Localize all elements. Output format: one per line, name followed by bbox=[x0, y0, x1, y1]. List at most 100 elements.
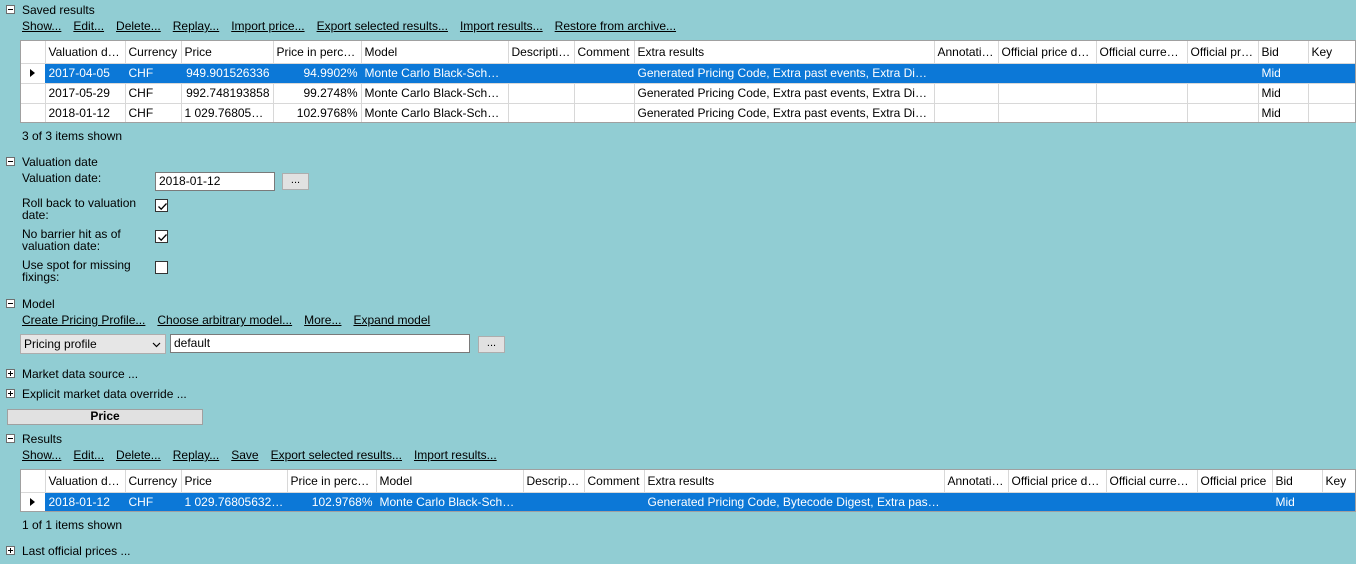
column-header-price[interactable]: Price bbox=[181, 470, 288, 493]
column-header-description[interactable]: Description bbox=[523, 470, 585, 493]
saved-restore-from-archive-link[interactable]: Restore from archive... bbox=[555, 19, 676, 33]
row-header[interactable] bbox=[21, 492, 46, 511]
cell-bid[interactable]: Mid bbox=[1258, 63, 1309, 84]
cell-official-price[interactable] bbox=[1187, 63, 1259, 84]
cell-price-in-percent[interactable]: 102.9768% bbox=[273, 103, 362, 122]
use-spot-checkbox[interactable] bbox=[155, 261, 168, 274]
column-header-currency[interactable]: Currency bbox=[125, 470, 182, 493]
cell-official-price-date[interactable] bbox=[1008, 492, 1107, 511]
table-row[interactable]: 2018-01-12 CHF 1 029.76805633 102.9768% Mont… bbox=[21, 103, 1355, 122]
cell-price[interactable]: 992.748193858 bbox=[181, 83, 274, 104]
expand-market-data-source-icon[interactable] bbox=[6, 369, 15, 378]
cell-valuation-date[interactable]: 2018-01-12 bbox=[45, 492, 126, 511]
cell-extra-results[interactable]: Generated Pricing Code, Extra past event… bbox=[634, 83, 935, 104]
results-save-link[interactable]: Save bbox=[231, 448, 258, 462]
cell-comment[interactable] bbox=[584, 492, 645, 511]
results-show-link[interactable]: Show... bbox=[22, 448, 61, 462]
collapse-saved-results-icon[interactable] bbox=[6, 5, 15, 14]
cell-annotation[interactable] bbox=[934, 63, 999, 84]
column-header-price-in-percent[interactable]: Price in percent bbox=[287, 470, 377, 493]
cell-key[interactable] bbox=[1308, 103, 1355, 122]
model-more-link[interactable]: More... bbox=[304, 313, 341, 327]
market-data-source-title[interactable]: Market data source ... bbox=[22, 367, 138, 381]
cell-valuation-date[interactable]: 2017-05-29 bbox=[45, 83, 126, 104]
column-header-official-price[interactable]: Official price bbox=[1187, 41, 1259, 64]
cell-price-in-percent[interactable]: 94.9902% bbox=[273, 63, 362, 84]
cell-price-in-percent[interactable]: 99.2748% bbox=[273, 83, 362, 104]
cell-price[interactable]: 1 029.76805633 bbox=[181, 103, 274, 122]
results-delete-link[interactable]: Delete... bbox=[116, 448, 161, 462]
cell-official-currency[interactable] bbox=[1096, 63, 1188, 84]
cell-valuation-date[interactable]: 2017-04-05 bbox=[45, 63, 126, 84]
cell-price[interactable]: 949.901526336 bbox=[181, 63, 274, 84]
column-header-model[interactable]: Model bbox=[361, 41, 509, 64]
row-header[interactable] bbox=[21, 63, 46, 84]
cell-official-currency[interactable] bbox=[1096, 103, 1188, 122]
cell-currency[interactable]: CHF bbox=[125, 63, 182, 84]
cell-description[interactable] bbox=[508, 103, 575, 122]
cell-currency[interactable]: CHF bbox=[125, 83, 182, 104]
column-header-extra-results[interactable]: Extra results bbox=[644, 470, 945, 493]
saved-import-price-link[interactable]: Import price... bbox=[231, 19, 304, 33]
cell-bid[interactable]: Mid bbox=[1258, 83, 1309, 104]
column-header-official-price-date[interactable]: Official price date bbox=[998, 41, 1097, 64]
cell-annotation[interactable] bbox=[934, 83, 999, 104]
cell-bid[interactable]: Mid bbox=[1258, 103, 1309, 122]
saved-show-link[interactable]: Show... bbox=[22, 19, 61, 33]
results-import-results-link[interactable]: Import results... bbox=[414, 448, 497, 462]
row-header[interactable] bbox=[21, 103, 46, 122]
column-header-annotation[interactable]: Annotation bbox=[934, 41, 999, 64]
cell-description[interactable] bbox=[508, 63, 575, 84]
model-expand-model-link[interactable]: Expand model bbox=[353, 313, 430, 327]
cell-key[interactable] bbox=[1308, 83, 1355, 104]
cell-extra-results[interactable]: Generated Pricing Code, Bytecode Digest,… bbox=[644, 492, 945, 511]
cell-annotation[interactable] bbox=[944, 492, 1009, 511]
column-header-comment[interactable]: Comment bbox=[574, 41, 635, 64]
column-header-valuation-date[interactable]: Valuation date bbox=[45, 470, 126, 493]
column-header-model[interactable]: Model bbox=[376, 470, 524, 493]
column-header-bid[interactable]: Bid bbox=[1258, 41, 1309, 64]
column-header-description[interactable]: Description bbox=[508, 41, 575, 64]
column-header-currency[interactable]: Currency bbox=[125, 41, 182, 64]
collapse-valuation-date-icon[interactable] bbox=[6, 157, 15, 166]
cell-official-price-date[interactable] bbox=[998, 83, 1097, 104]
cell-currency[interactable]: CHF bbox=[125, 492, 182, 511]
table-row[interactable]: 2017-05-29 CHF 992.748193858 99.2748% Monte … bbox=[21, 83, 1355, 104]
pricing-profile-browse-button[interactable]: ... bbox=[478, 336, 505, 353]
cell-description[interactable] bbox=[508, 83, 575, 104]
valuation-date-input[interactable]: 2018-01-12 bbox=[155, 172, 275, 191]
saved-results-grid[interactable]: Valuation date Currency Price Price in perc… bbox=[20, 40, 1356, 123]
column-header-key[interactable]: Key bbox=[1322, 470, 1355, 493]
last-official-prices-title[interactable]: Last official prices ... bbox=[22, 544, 131, 558]
saved-import-results-link[interactable]: Import results... bbox=[460, 19, 543, 33]
column-header-bid[interactable]: Bid bbox=[1272, 470, 1323, 493]
cell-extra-results[interactable]: Generated Pricing Code, Extra past event… bbox=[634, 63, 935, 84]
column-header-price[interactable]: Price bbox=[181, 41, 274, 64]
explicit-override-title[interactable]: Explicit market data override ... bbox=[22, 387, 187, 401]
expand-last-official-prices-icon[interactable] bbox=[6, 546, 15, 555]
expand-explicit-override-icon[interactable] bbox=[6, 389, 15, 398]
rollback-checkbox[interactable] bbox=[155, 199, 168, 212]
saved-export-selected-results-link[interactable]: Export selected results... bbox=[317, 19, 448, 33]
table-row[interactable]: 2018-01-12 CHF 1 029.7680563258 102.9768% Mo… bbox=[21, 492, 1355, 511]
cell-model[interactable]: Monte Carlo Black-Scholes bbox=[361, 83, 509, 104]
row-header[interactable] bbox=[21, 83, 46, 104]
column-header-key[interactable]: Key bbox=[1308, 41, 1355, 64]
cell-bid[interactable]: Mid bbox=[1272, 492, 1323, 511]
saved-delete-link[interactable]: Delete... bbox=[116, 19, 161, 33]
saved-replay-link[interactable]: Replay... bbox=[173, 19, 219, 33]
price-button[interactable]: Price bbox=[7, 409, 203, 425]
cell-comment[interactable] bbox=[574, 83, 635, 104]
results-export-selected-results-link[interactable]: Export selected results... bbox=[271, 448, 402, 462]
column-header-annotation[interactable]: Annotation bbox=[944, 470, 1009, 493]
cell-official-price-date[interactable] bbox=[998, 63, 1097, 84]
model-create-pricing-profile-link[interactable]: Create Pricing Profile... bbox=[22, 313, 145, 327]
cell-model[interactable]: Monte Carlo Black-Scholes bbox=[376, 492, 524, 511]
valuation-date-browse-button[interactable]: ... bbox=[282, 173, 309, 190]
cell-currency[interactable]: CHF bbox=[125, 103, 182, 122]
model-choose-arbitrary-model-link[interactable]: Choose arbitrary model... bbox=[157, 313, 292, 327]
results-grid[interactable]: Valuation date Currency Price Price in perc… bbox=[20, 469, 1356, 512]
cell-comment[interactable] bbox=[574, 103, 635, 122]
cell-annotation[interactable] bbox=[934, 103, 999, 122]
results-replay-link[interactable]: Replay... bbox=[173, 448, 219, 462]
